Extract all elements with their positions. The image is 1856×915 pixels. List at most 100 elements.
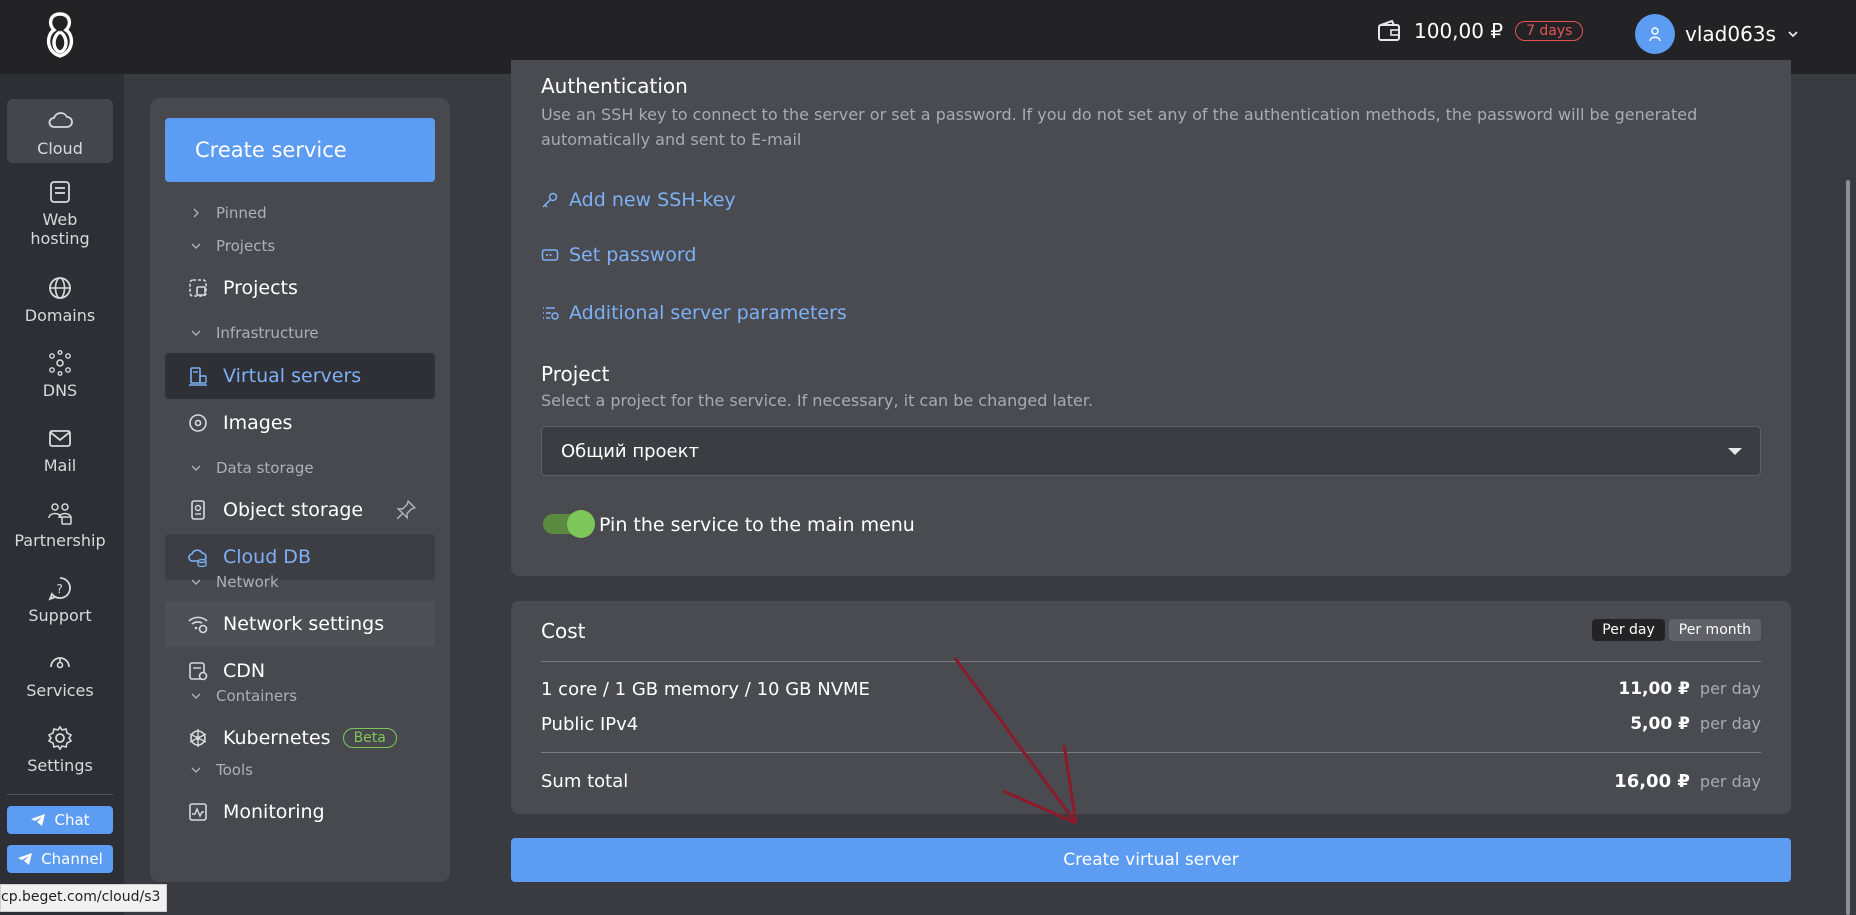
period-per-month-button[interactable]: Per month: [1668, 619, 1761, 641]
group-label: Pinned: [216, 204, 267, 222]
additional-server-parameters-label: Additional server parameters: [569, 302, 847, 324]
sum-total-amount: 16,00 ₽: [1614, 771, 1690, 792]
chevron-right-icon: [193, 208, 199, 218]
group-pinned[interactable]: Pinned: [190, 204, 267, 222]
avatar: [1635, 14, 1675, 54]
list-settings-icon: [543, 307, 559, 320]
group-network[interactable]: Network: [190, 573, 279, 591]
sidebar-item-label: Virtual servers: [223, 365, 362, 387]
user-icon: [1649, 27, 1661, 42]
svg-text:?: ?: [57, 582, 63, 596]
rail-item-mail[interactable]: Mail: [7, 424, 113, 480]
dns-icon: [49, 350, 71, 377]
rail-item-web-hosting[interactable]: Web hosting: [7, 178, 113, 248]
pin-service-label: Pin the service to the main menu: [599, 514, 915, 536]
channel-button-label: Channel: [41, 850, 103, 868]
rail-divider: [7, 794, 113, 795]
server-settings-panel: Authentication Use an SSH key to connect…: [511, 60, 1791, 576]
period-per-day-button[interactable]: Per day: [1592, 619, 1665, 641]
pin-service-toggle[interactable]: [543, 510, 595, 538]
beget-logo[interactable]: [40, 10, 80, 62]
services-icon: [50, 657, 70, 669]
group-data-storage[interactable]: Data storage: [190, 459, 314, 477]
projects-icon: [189, 279, 207, 297]
rail-label-domains: Domains: [24, 306, 96, 325]
rail-label-partnership: Partnership: [14, 531, 106, 550]
period-toggle: Per day Per month: [1592, 619, 1761, 641]
balance-widget[interactable]: 100,00 ₽ 7 days: [1376, 18, 1584, 44]
group-tools[interactable]: Tools: [190, 761, 253, 779]
additional-server-parameters-link[interactable]: Additional server parameters: [541, 302, 847, 324]
rail-label-support: Support: [28, 606, 92, 625]
beta-badge: Beta: [342, 728, 397, 748]
sidebar-item-network-settings[interactable]: Network settings: [165, 601, 435, 647]
rail-item-services[interactable]: Services: [7, 649, 113, 705]
sidebar-item-label: Images: [223, 412, 293, 434]
pin-icon[interactable]: [395, 499, 417, 521]
section-title-project: Project: [541, 362, 610, 386]
add-ssh-key-link[interactable]: Add new SSH-key: [541, 189, 736, 211]
group-containers[interactable]: Containers: [190, 687, 297, 705]
rail-item-support[interactable]: ? Support: [7, 574, 113, 630]
create-service-button[interactable]: Create service: [165, 118, 435, 182]
page-scrollbar[interactable]: [1846, 180, 1850, 915]
sidebar-item-images[interactable]: Images: [165, 400, 435, 446]
rail-item-settings[interactable]: Settings: [7, 724, 113, 780]
telegram-icon: [31, 814, 46, 826]
sidebar-item-label: CDN: [223, 660, 266, 682]
cloud-db-icon: [188, 549, 207, 568]
storage-icon: [191, 500, 205, 520]
main-nav-rail: Cloud Web hosting Domains DNS Mail Partn…: [0, 74, 124, 915]
rail-item-dns[interactable]: DNS: [7, 349, 113, 405]
create-virtual-server-button[interactable]: Create virtual server: [511, 838, 1791, 882]
group-label: Network: [216, 573, 279, 591]
sidebar-item-object-storage[interactable]: Object storage: [165, 487, 435, 533]
channel-button[interactable]: Channel: [7, 845, 113, 873]
cdn-icon: [189, 662, 208, 681]
sidebar-item-kubernetes[interactable]: Kubernetes Beta: [165, 715, 435, 761]
password-icon: [541, 249, 559, 261]
chevron-down-icon: [1788, 31, 1798, 38]
rail-label-settings: Settings: [27, 756, 93, 775]
sum-total-unit: per day: [1699, 772, 1761, 791]
group-label: Data storage: [216, 459, 314, 477]
rail-item-domains[interactable]: Domains: [7, 274, 113, 330]
wifi-gear-icon: [188, 616, 208, 634]
set-password-link[interactable]: Set password: [541, 244, 696, 266]
chevron-down-icon: [191, 579, 201, 585]
sidebar-item-label: Projects: [223, 277, 298, 299]
cost-item-unit: per day: [1699, 714, 1761, 733]
monitoring-icon: [189, 803, 207, 821]
wallet-icon: [1378, 19, 1400, 41]
sidebar-item-label: Cloud DB: [223, 546, 311, 568]
sum-total-value: 16,00 ₽ per day: [1614, 771, 1761, 792]
cost-item-amount: 5,00 ₽: [1630, 714, 1690, 734]
group-label: Projects: [216, 237, 276, 255]
sidebar-item-virtual-servers[interactable]: Virtual servers: [165, 353, 435, 399]
sidebar-item-monitoring[interactable]: Monitoring: [165, 789, 435, 835]
rail-item-cloud[interactable]: Cloud: [7, 99, 113, 163]
support-icon: ?: [48, 577, 71, 601]
web-hosting-icon: [50, 181, 70, 203]
username: vlad063s: [1685, 22, 1776, 46]
rail-item-partnership[interactable]: Partnership: [7, 499, 113, 555]
group-infrastructure[interactable]: Infrastructure: [190, 324, 319, 342]
sidebar-item-label: Kubernetes: [223, 727, 331, 749]
sidebar-item-projects[interactable]: Projects: [165, 265, 435, 311]
project-description: Select a project for the service. If nec…: [541, 391, 1094, 410]
cost-divider: [541, 661, 1761, 662]
telegram-icon: [18, 853, 33, 865]
chevron-down-icon: [191, 330, 201, 336]
group-projects[interactable]: Projects: [190, 237, 275, 255]
add-ssh-key-label: Add new SSH-key: [569, 189, 736, 211]
cost-item-label: Public IPv4: [541, 714, 639, 735]
project-select[interactable]: Общий проект: [541, 426, 1761, 476]
dropdown-arrow-icon: [1728, 448, 1742, 455]
section-title-cost: Cost: [541, 619, 586, 643]
virtual-server-icon: [189, 367, 207, 386]
chat-button[interactable]: Chat: [7, 806, 113, 834]
mail-icon: [49, 430, 71, 447]
toggle-knob: [567, 510, 595, 538]
balance-amount: 100,00 ₽: [1414, 19, 1504, 43]
user-menu[interactable]: vlad063s: [1635, 14, 1800, 54]
